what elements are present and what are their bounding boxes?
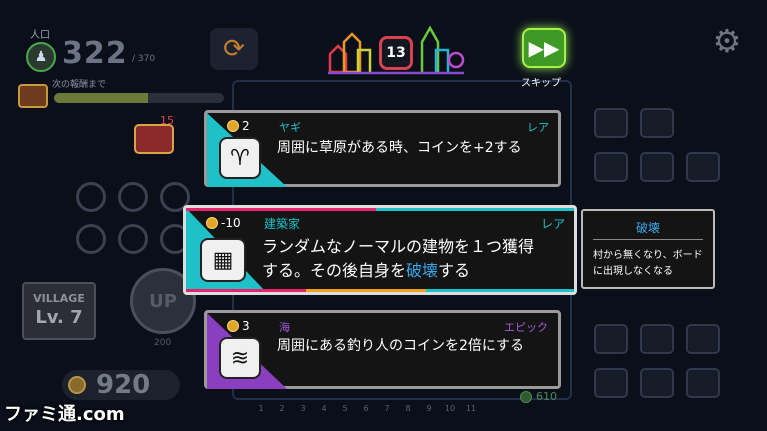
- turn-progress-step: 8: [405, 404, 411, 413]
- card-cost: 3: [227, 319, 250, 333]
- coin-icon: [68, 376, 86, 394]
- turn-progress-step: 6: [363, 404, 369, 413]
- building-tile: [640, 324, 674, 354]
- reward-progress-bar: [54, 93, 224, 103]
- building-tile: [594, 368, 628, 398]
- population-max: / 370: [132, 54, 156, 64]
- coin-side-value: 610: [536, 390, 557, 403]
- card-rarity: エピック: [504, 321, 548, 334]
- population-value: 322: [62, 36, 128, 71]
- card-name: 建築家: [264, 217, 301, 231]
- card-cost-value: 3: [242, 319, 250, 333]
- village-level: Lv. 7: [35, 307, 83, 328]
- ability-icon: [76, 224, 106, 254]
- card-description-line2-end: する: [438, 261, 471, 280]
- card-goat[interactable]: 2 ヤギ レア ♈ 周囲に草原がある時、コインを+2する: [204, 110, 561, 187]
- goat-icon: ♈: [219, 137, 261, 179]
- card-cost: 2: [227, 119, 250, 133]
- tooltip-body: 村から無くなり、ボードに出現しなくなる: [593, 250, 703, 277]
- ability-icon: [76, 182, 106, 212]
- up-label: UP: [149, 290, 177, 312]
- level-up-cost: 200: [154, 338, 172, 348]
- turn-progress-step: 1: [258, 404, 264, 413]
- chest-icon: [18, 84, 48, 108]
- turn-progress-step: 4: [321, 404, 327, 413]
- village-label: VILLAGE: [33, 292, 85, 305]
- building-tile: [594, 108, 628, 138]
- building-tile: [640, 108, 674, 138]
- wave-icon: ≋: [219, 337, 261, 379]
- building-tile: [640, 152, 674, 182]
- turn-progress-step: 5: [342, 404, 348, 413]
- destroy-keyword-link[interactable]: 破壊: [406, 261, 438, 280]
- card-description: 周囲にある釣り人のコインを2倍にする: [277, 338, 525, 354]
- reward-label: 次の報酬まで: [52, 80, 107, 90]
- building-tile: [640, 368, 674, 398]
- turn-progress-step: 7: [384, 404, 390, 413]
- reroll-button[interactable]: ⟳: [210, 28, 258, 70]
- population-icon: ♟: [26, 42, 56, 72]
- turn-progress-step: 3: [300, 404, 306, 413]
- tooltip-title: 破壊: [635, 221, 660, 235]
- card-description-line1: ランダムなノーマルの建物を１つ獲得: [262, 237, 535, 256]
- turn-progress-step: 10: [444, 404, 456, 413]
- architect-icon: ▦: [200, 238, 246, 282]
- card-description-line2: する。その後自身を: [262, 261, 407, 280]
- refresh-icon: ⟳: [223, 34, 245, 64]
- card-description: 周囲に草原がある時、コインを+2する: [277, 140, 522, 156]
- card-cost-value: -10: [221, 216, 241, 230]
- village-level-panel: VILLAGE Lv. 7: [22, 282, 96, 340]
- fast-forward-icon: ▶▶: [528, 36, 560, 60]
- coin-total: 920: [96, 370, 151, 400]
- building-tile: [594, 152, 628, 182]
- card-sea[interactable]: 3 海 エピック ≋ 周囲にある釣り人のコインを2倍にする: [204, 310, 561, 389]
- watermark-logo: ファミ通.com: [4, 404, 125, 425]
- turn-progress-step: 11: [465, 404, 477, 413]
- building-tile: [686, 152, 720, 182]
- card-cost: -10: [206, 216, 241, 230]
- tooltip-divider: [593, 239, 703, 240]
- coin-icon: [227, 120, 239, 132]
- chest-count: 15: [160, 114, 174, 127]
- turn-progress: 1 2 3 4 5 6 7 8 9 10 11: [254, 404, 478, 413]
- ability-icon: [118, 182, 148, 212]
- population-label: 人口: [30, 30, 50, 41]
- turn-counter: 13: [379, 36, 413, 70]
- card-architect[interactable]: -10 建築家 レア ▦ ランダムなノーマルの建物を１つ獲得 する。その後自身を…: [183, 205, 577, 295]
- card-rarity: レア: [527, 121, 549, 134]
- skip-button[interactable]: ▶▶: [522, 28, 566, 68]
- card-name: ヤギ: [279, 121, 301, 134]
- turn-progress-step: 2: [279, 404, 285, 413]
- building-tile: [686, 324, 720, 354]
- turn-progress-step: 9: [426, 404, 432, 413]
- coin-total-panel: 920: [62, 370, 180, 400]
- ability-icon: [118, 224, 148, 254]
- settings-button[interactable]: ⚙: [708, 22, 746, 60]
- coin-icon: [520, 390, 532, 403]
- skip-label: スキップ: [521, 78, 561, 89]
- coin-icon: [227, 320, 239, 332]
- gear-icon: ⚙: [712, 22, 742, 60]
- card-description: ランダムなノーマルの建物を１つ獲得 する。その後自身を破壊する: [262, 235, 534, 283]
- coin-side-panel: 610: [520, 390, 557, 403]
- card-cost-value: 2: [242, 119, 250, 133]
- coin-icon: [206, 217, 218, 229]
- keyword-tooltip: 破壊 村から無くなり、ボードに出現しなくなる: [581, 209, 715, 289]
- reward-progress-fill: [54, 93, 148, 103]
- card-name: 海: [279, 321, 290, 334]
- building-tile: [686, 368, 720, 398]
- chest-stack-icon[interactable]: [134, 124, 174, 154]
- building-tile: [594, 324, 628, 354]
- card-rarity: レア: [541, 217, 566, 231]
